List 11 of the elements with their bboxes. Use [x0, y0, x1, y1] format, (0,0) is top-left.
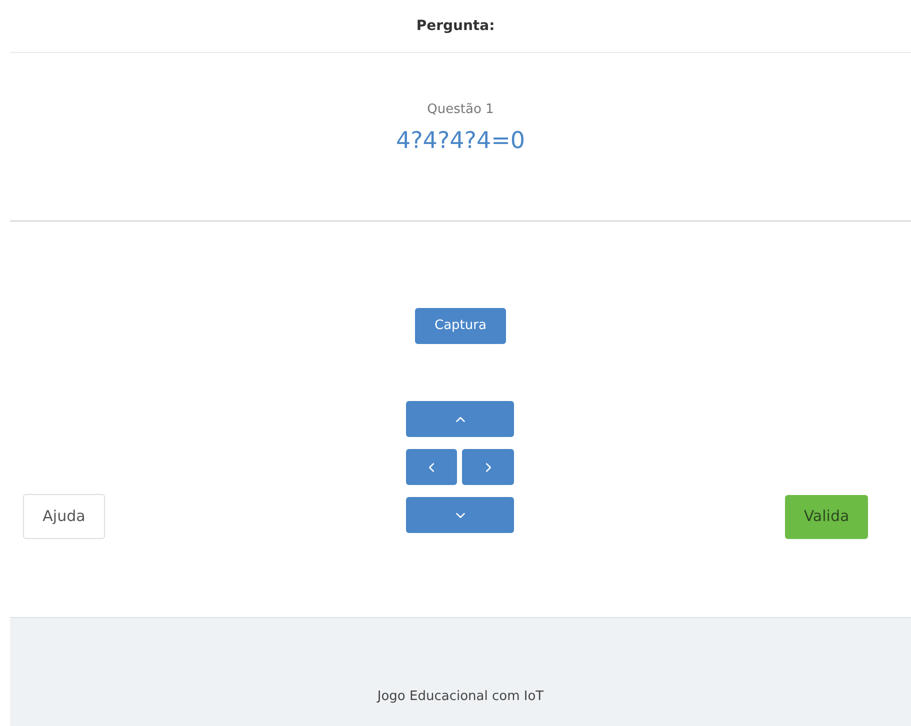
footer-text: Jogo Educacional com IoT — [377, 688, 544, 706]
page-title: Pergunta: — [416, 16, 495, 36]
left-button[interactable] — [406, 449, 457, 485]
help-button[interactable]: Ajuda — [23, 494, 105, 539]
capture-button[interactable]: Captura — [415, 308, 506, 344]
question-label: Questão 1 — [427, 101, 494, 119]
up-button[interactable] — [406, 401, 514, 437]
validate-button[interactable]: Valida — [785, 494, 868, 538]
right-button[interactable] — [462, 449, 514, 485]
question-expression: 4?4?4?4=0 — [396, 126, 526, 156]
down-button[interactable] — [406, 497, 514, 533]
